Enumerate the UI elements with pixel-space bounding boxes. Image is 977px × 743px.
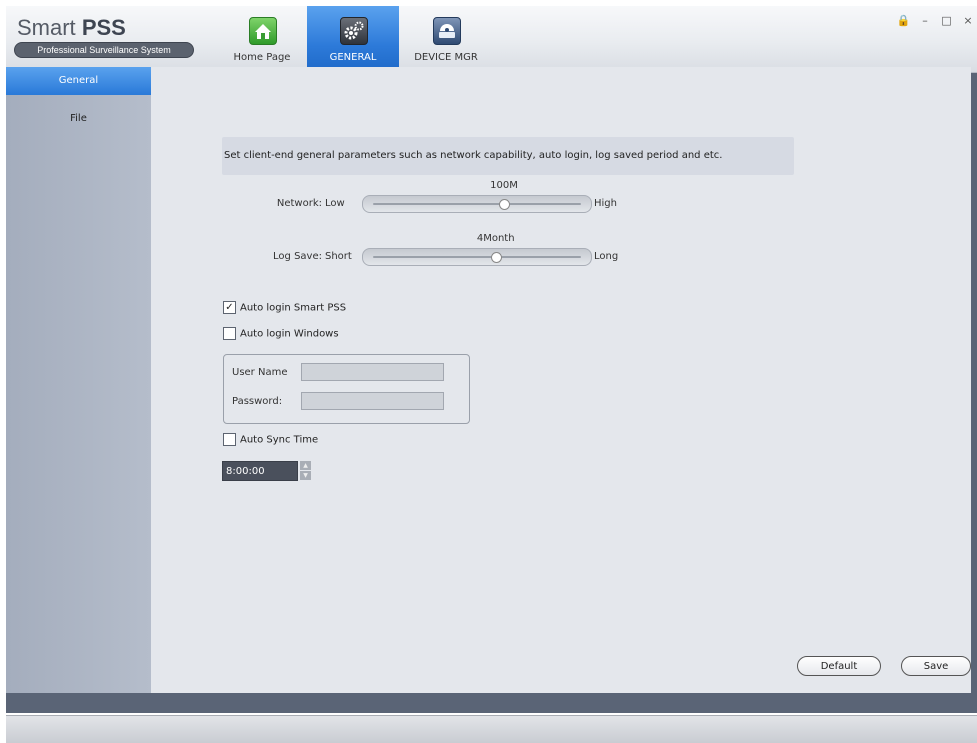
window-controls: 🔒 – □ × <box>895 14 977 27</box>
spin-down-icon[interactable]: ▼ <box>300 471 311 480</box>
header-bar: Smart PSS Professional Surveillance Syst… <box>6 6 977 73</box>
log-save-value: 4Month <box>477 233 515 244</box>
tab-home-page-label: Home Page <box>216 52 308 63</box>
auto-login-pss-checkbox[interactable]: ✓ <box>223 301 236 314</box>
network-low-label: Low <box>325 198 345 209</box>
password-label: Password: <box>232 396 282 407</box>
close-button[interactable]: × <box>959 14 977 27</box>
sidebar-item-general[interactable]: General <box>6 67 151 95</box>
network-label: Network: <box>277 198 322 209</box>
auto-login-windows-label: Auto login Windows <box>240 329 339 340</box>
default-button[interactable]: Default <box>797 656 881 676</box>
spin-up-icon[interactable]: ▲ <box>300 461 311 470</box>
password-input[interactable] <box>301 392 444 410</box>
log-save-slider-thumb[interactable] <box>491 252 502 263</box>
user-name-label: User Name <box>232 367 287 378</box>
tab-home-page[interactable]: Home Page <box>216 6 308 72</box>
sync-time-input[interactable] <box>222 461 298 481</box>
gear-icon <box>340 17 368 45</box>
auto-sync-time-label: Auto Sync Time <box>240 435 318 446</box>
maximize-button[interactable]: □ <box>938 14 956 27</box>
description-text: Set client-end general parameters such a… <box>222 137 794 175</box>
network-slider-row: Network: Low 100M High <box>151 194 971 214</box>
general-settings-panel: Set client-end general parameters such a… <box>151 67 971 693</box>
sync-time-spinner: ▲ ▼ <box>222 461 317 481</box>
tab-general[interactable]: GENERAL <box>307 6 399 72</box>
log-save-label: Log Save: <box>273 251 322 262</box>
network-slider-thumb[interactable] <box>499 199 510 210</box>
sidebar: General File <box>6 67 151 693</box>
auto-sync-time-checkbox[interactable] <box>223 433 236 446</box>
network-high-label: High <box>594 198 617 209</box>
credentials-group: User Name Password: <box>223 354 470 424</box>
log-save-low-label: Short <box>325 251 352 262</box>
sidebar-item-file[interactable]: File <box>6 105 151 133</box>
tab-device-mgr-label: DEVICE MGR <box>400 52 492 63</box>
save-button[interactable]: Save <box>901 656 971 676</box>
auto-login-pss-label: Auto login Smart PSS <box>240 303 346 314</box>
lock-icon[interactable]: 🔒 <box>895 14 913 27</box>
logo-title: Smart PSS <box>17 16 200 40</box>
tab-device-mgr[interactable]: DEVICE MGR <box>400 6 492 72</box>
log-save-slider-row: Log Save: Short 4Month Long <box>151 247 971 267</box>
network-slider[interactable]: 100M <box>362 195 592 213</box>
log-save-high-label: Long <box>594 251 618 262</box>
auto-login-pss-checkbox-row[interactable]: ✓ Auto login Smart PSS <box>223 301 346 315</box>
home-icon <box>249 17 277 45</box>
tab-general-label: GENERAL <box>307 52 399 63</box>
network-value: 100M <box>490 180 518 191</box>
user-name-input[interactable] <box>301 363 444 381</box>
auto-login-windows-checkbox-row[interactable]: Auto login Windows <box>223 327 339 341</box>
log-save-slider[interactable]: 4Month <box>362 248 592 266</box>
slider-track-line <box>373 203 581 205</box>
camera-icon <box>433 17 461 45</box>
app-logo: Smart PSS Professional Surveillance Syst… <box>14 16 200 58</box>
auto-login-windows-checkbox[interactable] <box>223 327 236 340</box>
minimize-button[interactable]: – <box>916 14 934 27</box>
slider-track-line <box>373 256 581 258</box>
status-bar <box>6 715 977 743</box>
logo-subtitle: Professional Surveillance System <box>14 42 194 58</box>
auto-sync-time-checkbox-row[interactable]: Auto Sync Time <box>223 433 318 447</box>
